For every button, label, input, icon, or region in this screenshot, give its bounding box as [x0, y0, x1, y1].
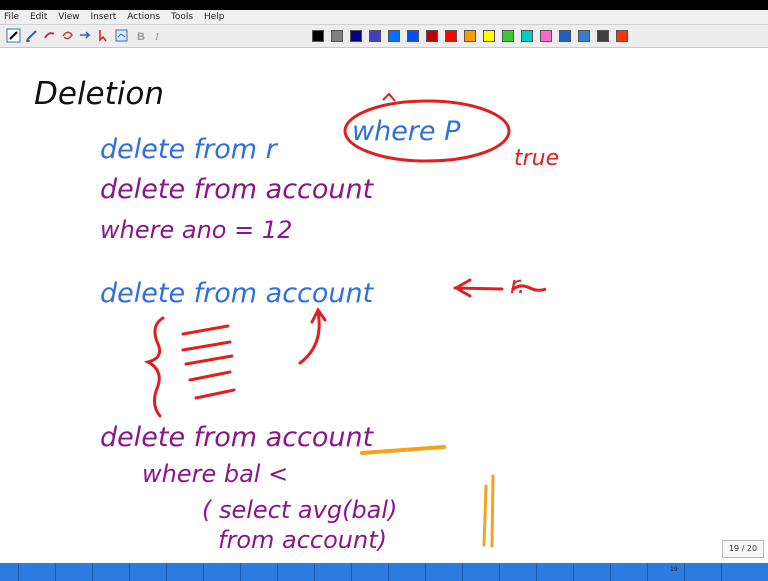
title-deletion: Deletion — [34, 76, 164, 112]
toolbar: B I — [0, 25, 768, 48]
lasso-tool-icon[interactable] — [60, 28, 75, 43]
arrow-up-annotation — [298, 307, 327, 365]
color-swatch[interactable] — [312, 30, 324, 42]
svg-text:B: B — [137, 31, 145, 43]
menu-view[interactable]: View — [54, 10, 83, 24]
slide-strip — [0, 563, 768, 581]
menu-edit[interactable]: Edit — [26, 10, 51, 24]
subquery-from-account: from account) — [218, 526, 387, 554]
note-canvas[interactable]: Deletion delete from r where P true dele… — [0, 48, 768, 563]
statement-delete-all: delete from account — [100, 278, 375, 309]
subquery-select-avg: ( select avg(bal) — [202, 496, 397, 524]
color-swatch[interactable] — [426, 30, 438, 42]
slide-divider — [462, 563, 463, 581]
color-swatch[interactable] — [331, 30, 343, 42]
annotation-true: true — [514, 146, 559, 171]
color-swatch[interactable] — [483, 30, 495, 42]
arrow-left-annotation — [453, 278, 504, 298]
pen-tool-icon[interactable] — [24, 28, 39, 43]
statement-delete-from-r: delete from r — [100, 134, 279, 165]
slide-divider — [573, 563, 574, 581]
slide-divider — [240, 563, 241, 581]
condition-where-p: where P — [352, 116, 461, 147]
slide-divider — [499, 563, 500, 581]
handwriting-layer: Deletion delete from r where P true dele… — [34, 76, 559, 554]
tuple-lines — [181, 324, 236, 400]
whiteboard-app: File Edit View Insert Actions Tools Help… — [0, 0, 768, 581]
svg-text:I: I — [154, 31, 160, 43]
brace-annotation — [143, 316, 165, 418]
color-swatch[interactable] — [350, 30, 362, 42]
select-tool-icon[interactable] — [6, 28, 21, 43]
color-swatch[interactable] — [616, 30, 628, 42]
slide-divider — [55, 563, 56, 581]
underline-annotation — [360, 445, 446, 455]
color-swatch[interactable] — [502, 30, 514, 42]
menu-help[interactable]: Help — [200, 10, 229, 24]
slide-divider — [277, 563, 278, 581]
menu-bar: File Edit View Insert Actions Tools Help — [0, 10, 768, 25]
bracket-annotation — [482, 474, 495, 548]
shape-tool-icon[interactable] — [78, 28, 93, 43]
menu-actions[interactable]: Actions — [123, 10, 164, 24]
slide-divider — [721, 563, 722, 581]
menu-insert[interactable]: Insert — [86, 10, 120, 24]
insert-space-icon[interactable] — [114, 28, 129, 43]
slide-divider — [536, 563, 537, 581]
menu-tools[interactable]: Tools — [167, 10, 197, 24]
color-swatch[interactable] — [540, 30, 552, 42]
top-black-bar — [0, 0, 768, 10]
italic-icon[interactable]: I — [150, 28, 165, 43]
slide-divider — [129, 563, 130, 581]
slide-divider — [610, 563, 611, 581]
slide-divider — [351, 563, 352, 581]
color-swatch[interactable] — [388, 30, 400, 42]
slide-divider — [18, 563, 19, 581]
color-swatch[interactable] — [521, 30, 533, 42]
slide-divider — [92, 563, 93, 581]
slide-divider — [684, 563, 685, 581]
color-swatch[interactable] — [464, 30, 476, 42]
slide-divider — [314, 563, 315, 581]
color-swatch[interactable] — [578, 30, 590, 42]
condition-ano-12: where ano = 12 — [100, 216, 292, 244]
statement-delete-account: delete from account — [100, 174, 375, 205]
slide-divider — [388, 563, 389, 581]
slide-divider — [166, 563, 167, 581]
statement-delete-subquery: delete from account — [100, 422, 375, 453]
condition-bal-less: where bal < — [142, 460, 288, 488]
slide-divider — [203, 563, 204, 581]
eraser-tool-icon[interactable] — [42, 28, 57, 43]
color-swatch[interactable] — [369, 30, 381, 42]
color-swatch[interactable] — [445, 30, 457, 42]
slide-divider — [425, 563, 426, 581]
slide-divider — [647, 563, 648, 581]
pointer-tool-icon[interactable] — [96, 28, 111, 43]
page-indicator: 19 / 20 — [722, 540, 764, 558]
color-swatch[interactable] — [407, 30, 419, 42]
color-swatch[interactable] — [597, 30, 609, 42]
bold-icon[interactable]: B — [134, 28, 149, 43]
slide-number: 19 — [670, 566, 678, 573]
menu-file[interactable]: File — [0, 10, 23, 24]
color-swatch[interactable] — [559, 30, 571, 42]
